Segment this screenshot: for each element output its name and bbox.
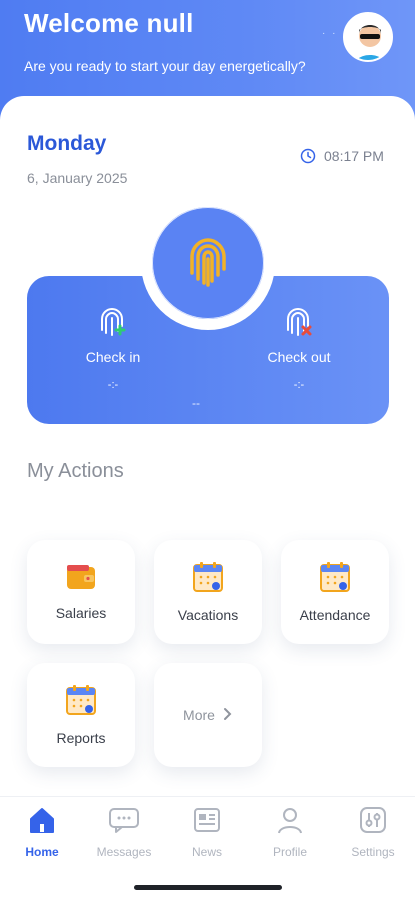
check-out-value: -:-: [293, 379, 305, 391]
action-tile-more[interactable]: More: [154, 663, 262, 767]
more-row: More: [183, 707, 233, 724]
wallet-icon: [67, 565, 95, 589]
action-label: Vacations: [177, 607, 239, 623]
settings-icon: [360, 807, 386, 833]
nav-label: Settings: [351, 845, 395, 859]
chevron-right-icon: [223, 707, 233, 724]
welcome-title: Welcome null: [24, 8, 194, 38]
day-label: Monday: [27, 132, 107, 155]
action-tile-salaries[interactable]: Salaries: [27, 540, 135, 644]
duration-value: --: [192, 396, 200, 410]
nav-label: News: [191, 845, 222, 859]
avatar[interactable]: [343, 12, 393, 62]
nav-label: Home: [25, 845, 59, 859]
check-in-fingerprint-icon: [101, 307, 126, 336]
nav-label: Profile: [272, 845, 307, 859]
calendar-icon: [66, 685, 96, 715]
more-label: More: [183, 706, 215, 723]
action-label: Salaries: [55, 605, 107, 621]
nav-messages[interactable]: Messages: [89, 806, 159, 859]
time-value: 08:17 PM: [324, 148, 384, 164]
nav-profile[interactable]: Profile: [255, 806, 325, 859]
fingerprint-button[interactable]: [149, 204, 267, 322]
home-icon: [30, 808, 54, 833]
fingerprint-icon: [190, 238, 226, 287]
clock-icon: [300, 148, 316, 164]
check-out-button[interactable]: Check out -:-: [254, 306, 344, 391]
profile-icon: [278, 808, 302, 834]
calendar-icon: [320, 562, 350, 592]
nav-settings[interactable]: Settings: [338, 806, 408, 859]
check-out-label: Check out: [267, 349, 331, 365]
time-display: 08:17 PM: [300, 148, 384, 164]
action-label: Attendance: [299, 607, 371, 623]
action-tile-reports[interactable]: Reports: [27, 663, 135, 767]
action-tile-attendance[interactable]: Attendance: [281, 540, 389, 644]
check-in-label: Check in: [85, 349, 141, 365]
date-label: 6, January 2025: [27, 170, 128, 186]
action-tile-vacations[interactable]: Vacations: [154, 540, 262, 644]
calendar-icon: [193, 562, 223, 592]
nav-label: Messages: [96, 845, 152, 859]
check-in-value: -:-: [107, 379, 119, 391]
news-icon: [194, 808, 220, 832]
home-indicator: [134, 885, 282, 890]
check-in-button[interactable]: Check in -:-: [68, 306, 158, 391]
nav-news[interactable]: News: [172, 806, 242, 859]
check-out-fingerprint-icon: [287, 307, 312, 336]
messages-icon: [109, 808, 139, 833]
welcome-subtitle: Are you ready to start your day energeti…: [24, 58, 306, 74]
action-label: Reports: [56, 730, 106, 746]
actions-title: My Actions: [27, 460, 124, 482]
nav-home[interactable]: Home: [7, 806, 77, 859]
